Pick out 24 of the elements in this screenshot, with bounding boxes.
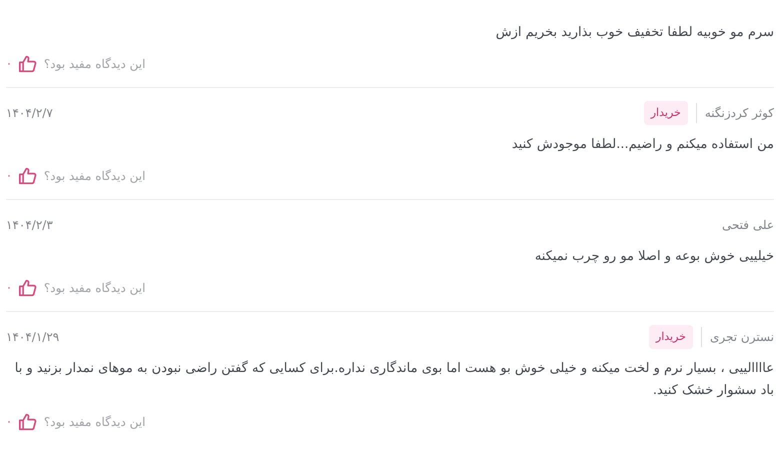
thumbs-up-icon[interactable] (18, 413, 38, 431)
like-count: ۰ (6, 414, 12, 430)
review-text: خیلییی خوش بوعه و اصلا مو رو چرب نمیکنه (534, 248, 774, 266)
thumbs-up-icon[interactable] (18, 55, 38, 73)
review-date: ۱۴۰۴/۲/۳ (6, 217, 53, 234)
helpful-question: این دیدگاه مفید بود؟ (44, 414, 146, 431)
review-text: من استفاده میکنم و راضیم...لطفا موجودش کنید (510, 136, 774, 154)
helpful-question: این دیدگاه مفید بود؟ (44, 168, 146, 185)
review-text: سرم مو خوبیه لطفا تخفیف خوب بذارید بخریم ازش (494, 24, 774, 42)
review-date: ۱۴۰۴/۱/۲۹ (6, 329, 60, 346)
like-count: ۰ (6, 56, 12, 72)
buyer-badge: خریدار (648, 324, 693, 350)
review-date: ۱۴۰۴/۲/۷ (6, 105, 53, 122)
reviewer-name: کوثر کردزنگنه (704, 105, 774, 122)
reviewer-name: علی فتحی (722, 217, 774, 234)
thumbs-up-icon[interactable] (18, 167, 38, 185)
thumbs-up-icon[interactable] (18, 279, 38, 297)
review-text: عاااالییی ، بسیار نرم و لخت میکنه و خیلی خوش بو هست اما بوی ماندگاری نداره.برای کسایی که گفتن راضی نبودن به موهای نمدار بزنید و با باد سشوار خشک کنید. (14, 360, 774, 400)
helpful-question: این دیدگاه مفید بود؟ (44, 56, 146, 73)
reviewer-name: نسترن تجری (710, 329, 774, 346)
like-count: ۰ (6, 168, 12, 184)
helpful-question: این دیدگاه مفید بود؟ (44, 280, 146, 297)
buyer-badge: خریدار (644, 100, 688, 126)
like-count: ۰ (6, 280, 12, 296)
